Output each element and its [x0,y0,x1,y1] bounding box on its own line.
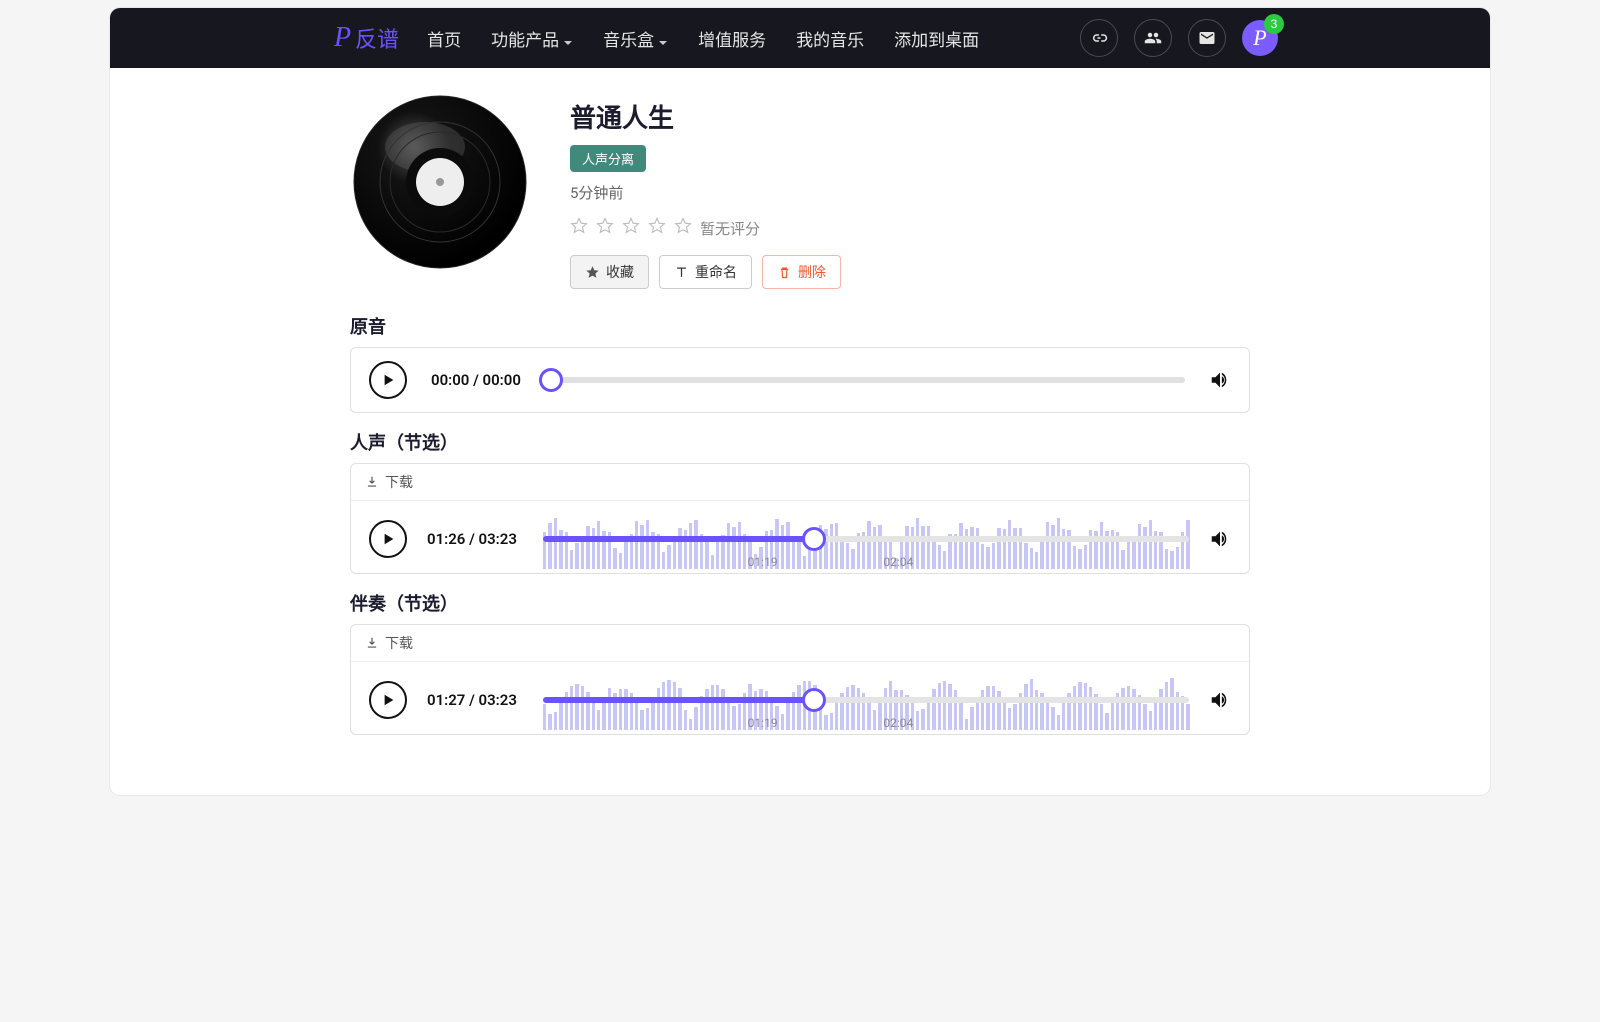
star-icon[interactable] [596,217,614,239]
delete-button[interactable]: 删除 [762,255,841,289]
download-button[interactable]: 下载 [351,464,1249,501]
time-display: 01:26 / 03:23 [427,530,523,548]
action-row: 收藏 重命名 删除 [570,255,1250,289]
star-icon[interactable] [570,217,588,239]
brand-logo[interactable]: P 反谱 [334,22,399,54]
track-time-ago: 5分钟前 [570,182,1250,203]
main-nav: 首页 功能产品 音乐盒 增值服务 我的音乐 添加到桌面 [427,26,979,51]
player-vocal: 下载 01:26 / 03:23 01:19 02:04 [350,463,1250,574]
link-icon-button[interactable] [1080,19,1118,57]
chevron-down-icon [658,33,668,43]
rename-button[interactable]: 重命名 [659,255,752,289]
download-icon [365,636,379,650]
player-accompaniment: 下载 01:27 / 03:23 01:19 02:04 [350,624,1250,735]
section-accompaniment: 伴奏（节选） 下载 01:27 / 03:23 01:19 02:04 [350,590,1250,735]
download-button[interactable]: 下载 [351,625,1249,662]
section-title-original: 原音 [350,313,1250,339]
main-content: 普通人生 人声分离 5分钟前 暂无评分 收藏 [338,68,1262,795]
track-meta: 普通人生 人声分离 5分钟前 暂无评分 收藏 [570,92,1250,289]
nav-products[interactable]: 功能产品 [491,26,573,51]
section-original: 原音 00:00 / 00:00 [350,313,1250,413]
time-marker: 02:04 [881,555,915,569]
brand-p-icon: P [334,22,351,54]
app-header: P 反谱 首页 功能产品 音乐盒 增值服务 我的音乐 添加到桌面 [110,8,1490,68]
time-marker: 01:19 [746,555,780,569]
chevron-down-icon [563,33,573,43]
nav-home[interactable]: 首页 [427,26,461,51]
play-button[interactable] [369,520,407,558]
mail-icon-button[interactable] [1188,19,1226,57]
brand-text: 反谱 [355,22,399,54]
play-button[interactable] [369,361,407,399]
section-vocal: 人声（节选） 下载 01:26 / 03:23 01:19 02:04 [350,429,1250,574]
player-original: 00:00 / 00:00 [350,347,1250,413]
track-header: 普通人生 人声分离 5分钟前 暂无评分 收藏 [350,92,1250,289]
star-icon[interactable] [622,217,640,239]
people-icon-button[interactable] [1134,19,1172,57]
time-display: 00:00 / 00:00 [431,371,527,389]
user-avatar[interactable]: P 3 [1242,20,1278,56]
header-actions: P 3 [1080,19,1278,57]
vinyl-artwork [350,92,530,272]
nav-vas[interactable]: 增值服务 [698,26,766,51]
progress-slider[interactable]: 01:19 02:04 [543,509,1189,569]
nav-mymusic[interactable]: 我的音乐 [796,26,864,51]
section-title-accompaniment: 伴奏（节选） [350,590,1250,616]
no-rating-text: 暂无评分 [700,218,760,239]
star-fill-icon [585,265,600,280]
time-display: 01:27 / 03:23 [427,691,523,709]
track-tag: 人声分离 [570,145,646,172]
time-marker: 02:04 [881,716,915,730]
volume-icon[interactable] [1209,689,1231,711]
trash-icon [777,265,792,280]
favorite-button[interactable]: 收藏 [570,255,649,289]
download-icon [365,475,379,489]
star-icon[interactable] [674,217,692,239]
nav-musicbox[interactable]: 音乐盒 [603,26,668,51]
play-button[interactable] [369,681,407,719]
time-marker: 01:19 [746,716,780,730]
star-icon[interactable] [648,217,666,239]
progress-slider[interactable]: 01:19 02:04 [543,670,1189,730]
progress-slider[interactable] [551,362,1185,398]
section-title-vocal: 人声（节选） [350,429,1250,455]
volume-icon[interactable] [1209,369,1231,391]
notification-badge: 3 [1264,14,1284,34]
text-icon [674,265,689,280]
volume-icon[interactable] [1209,528,1231,550]
rating-row: 暂无评分 [570,217,1250,239]
nav-add-desktop[interactable]: 添加到桌面 [894,26,979,51]
track-title: 普通人生 [570,98,1250,135]
